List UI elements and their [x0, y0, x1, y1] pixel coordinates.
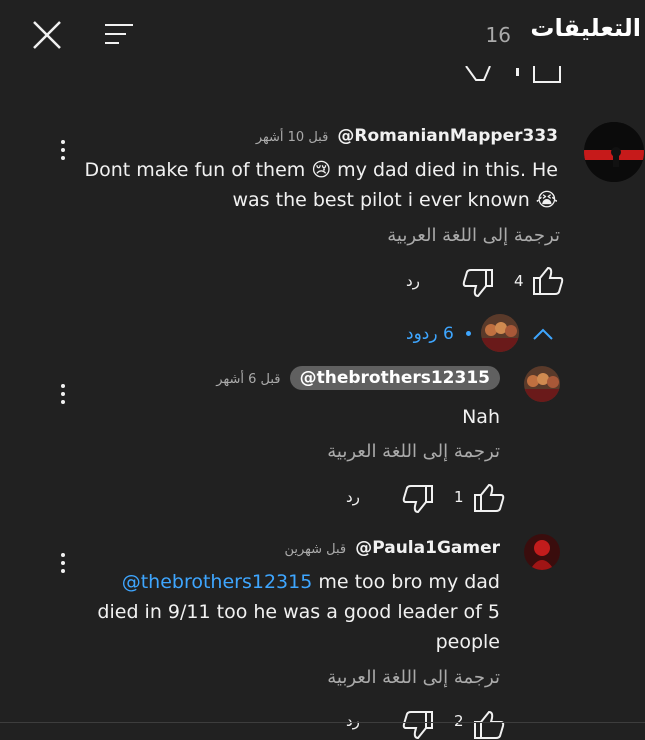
comment-meta: قبل 10 أشهر @RomanianMapper333 [256, 126, 558, 146]
timestamp: قبل شهرين [284, 542, 347, 557]
like-icon[interactable] [532, 266, 564, 296]
avatar[interactable] [524, 366, 560, 402]
timestamp: قبل 10 أشهر [255, 130, 329, 145]
comment-line: Dont make fun of them 😢 my dad died in t… [84, 159, 558, 181]
dislike-icon[interactable] [402, 484, 434, 514]
reply-button[interactable]: رد [346, 712, 360, 730]
like-icon[interactable] [473, 710, 505, 740]
dislike-icon[interactable] [402, 710, 434, 740]
replies-toggle[interactable]: 6 ردود [406, 324, 454, 344]
comment-text: Dont make fun of them 😢 my dad died in t… [78, 155, 558, 215]
comment-count: 16 [485, 23, 511, 47]
reply-avatar [481, 314, 519, 352]
dislike-icon[interactable] [462, 268, 494, 298]
author-handle[interactable]: @Paula1Gamer [355, 538, 500, 558]
panel-title: التعليقات [530, 14, 641, 42]
mention-link[interactable]: @thebrothers12315 [122, 571, 313, 593]
comment-meta: قبل شهرين @Paula1Gamer [284, 538, 500, 558]
reply-button[interactable]: رد [346, 488, 360, 506]
comment-meta: قبل 6 أشهر @thebrothers12315 [216, 366, 500, 390]
author-handle-chip[interactable]: @thebrothers12315 [289, 366, 500, 390]
comment-line: @thebrothers12315 me too bro my dad [121, 571, 500, 593]
like-icon[interactable] [473, 483, 505, 513]
more-options-icon[interactable] [60, 384, 66, 408]
like-count: 2 [454, 712, 464, 730]
avatar[interactable] [524, 534, 560, 570]
timestamp: قبل 6 أشهر [216, 372, 281, 387]
previous-actions-partial [465, 66, 561, 83]
like-count: 1 [454, 488, 464, 506]
comments-header: التعليقات 16 [0, 0, 645, 68]
avatar[interactable] [584, 122, 644, 182]
close-icon[interactable] [31, 19, 63, 51]
reply-button[interactable]: رد [406, 272, 420, 290]
more-options-icon[interactable] [60, 140, 66, 164]
chevron-up-icon[interactable] [532, 326, 554, 342]
like-count: 4 [514, 272, 524, 290]
translate-link[interactable]: ترجمة إلى اللغة العربية [327, 667, 500, 688]
author-handle[interactable]: @RomanianMapper333 [337, 126, 558, 146]
divider [0, 722, 645, 723]
comment-text: @thebrothers12315 me too bro my dad died… [80, 567, 500, 657]
sort-icon[interactable] [104, 22, 134, 46]
comment-line: died in 9/11 too he was a good leader of… [97, 601, 500, 623]
comment-line: was the best pilot i ever known 😭 [232, 189, 559, 211]
more-options-icon[interactable] [60, 553, 66, 577]
comment-line: people [435, 631, 500, 653]
comment-text: Nah [462, 406, 500, 428]
translate-link[interactable]: ترجمة إلى اللغة العربية [327, 441, 500, 462]
translate-link[interactable]: ترجمة إلى اللغة العربية [387, 225, 560, 246]
separator-dot [466, 331, 471, 336]
